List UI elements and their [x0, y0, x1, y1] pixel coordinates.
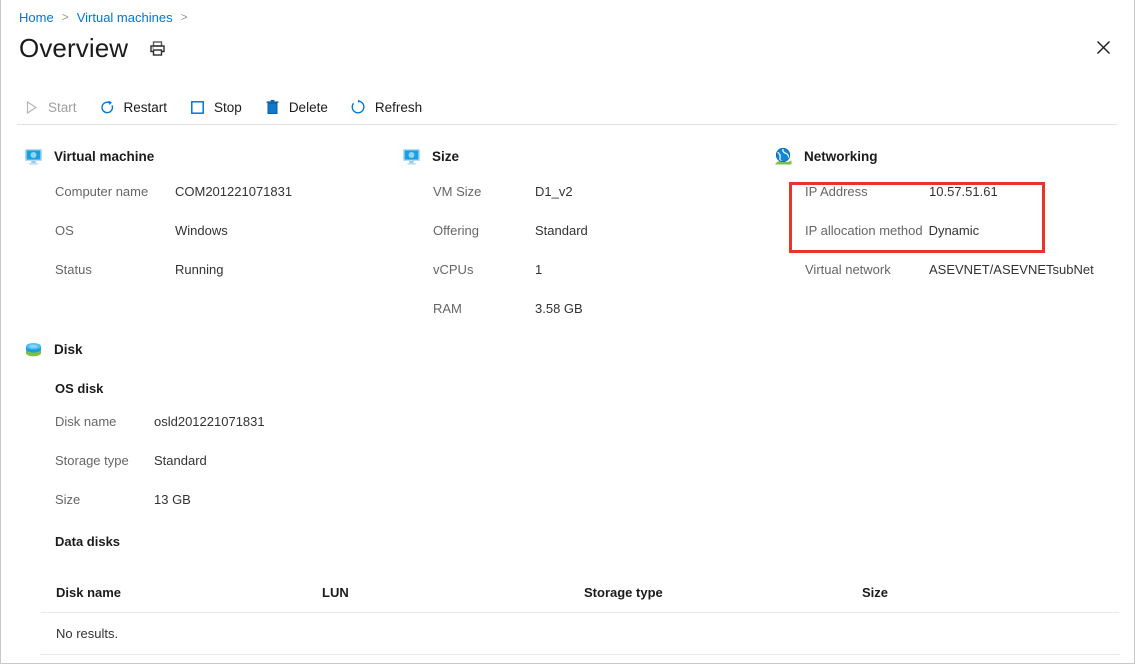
refresh-button[interactable]: Refresh: [350, 99, 422, 116]
restart-button[interactable]: Restart: [99, 99, 168, 116]
label-offering: Offering: [433, 223, 480, 238]
row-status: Status Running: [55, 262, 393, 282]
row-ram: RAM 3.58 GB: [433, 301, 766, 321]
subheading-data-disks: Data disks: [55, 534, 121, 549]
disk-icon: [23, 339, 43, 359]
start-button[interactable]: Start: [23, 99, 77, 116]
label-vm-size: VM Size: [433, 184, 482, 199]
command-toolbar: Start Restart Stop Delete Refresh: [23, 93, 444, 121]
breadcrumb-separator-trailing: >: [180, 10, 188, 24]
row-os-disk-name: Disk name osld201221071831: [55, 414, 443, 434]
refresh-button-label: Refresh: [374, 99, 423, 115]
label-os-disk-storage-type: Storage type: [55, 453, 129, 468]
section-header-networking: Networking: [773, 145, 1123, 167]
row-vm-size: VM Size D1_v2: [433, 184, 766, 204]
restart-button-label: Restart: [123, 99, 168, 115]
virtual-machine-icon: [23, 146, 43, 166]
value-ip-allocation-method: Dynamic: [928, 223, 980, 238]
breadcrumb: Home > Virtual machines >: [19, 8, 196, 26]
breadcrumb-item-home[interactable]: Home: [19, 10, 54, 25]
subheading-os-disk: OS disk: [55, 381, 104, 396]
restart-icon: [99, 99, 116, 116]
value-virtual-network: ASEVNET/ASEVNETsubNet: [929, 262, 1094, 277]
section-header-size: Size: [401, 145, 766, 167]
label-status: Status: [55, 262, 92, 277]
data-disks-table: Disk name LUN Storage type Size No resul…: [41, 585, 1119, 655]
value-vm-size: D1_v2: [535, 184, 573, 199]
row-computer-name: Computer name COM201221071831: [55, 184, 393, 204]
row-ip-allocation-method: IP allocation method Dynamic: [805, 223, 1123, 243]
value-os-disk-size: 13 GB: [154, 492, 191, 507]
value-os-disk-name: osld201221071831: [154, 414, 265, 429]
section-title-virtual-machine: Virtual machine: [54, 148, 155, 164]
stop-button-label: Stop: [214, 99, 242, 115]
stop-button[interactable]: Stop: [189, 99, 242, 116]
close-button[interactable]: [1092, 36, 1114, 58]
breadcrumb-item-virtual-machines[interactable]: Virtual machines: [77, 10, 173, 25]
label-virtual-network: Virtual network: [805, 262, 891, 277]
size-icon: [401, 146, 421, 166]
section-title-disk: Disk: [54, 341, 83, 357]
section-title-size: Size: [432, 148, 460, 164]
label-os: OS: [55, 223, 74, 238]
value-ip-address: 10.57.51.61: [929, 184, 998, 199]
label-os-disk-name: Disk name: [55, 414, 117, 429]
section-disk: Disk OS disk Disk name osld201221071831 …: [23, 338, 443, 549]
section-virtual-machine: Virtual machine Computer name COM2012210…: [23, 145, 393, 282]
row-virtual-network: Virtual network ASEVNET/ASEVNETsubNet: [805, 262, 1123, 282]
play-icon: [23, 99, 40, 116]
row-os: OS Windows: [55, 223, 393, 243]
delete-button[interactable]: Delete: [264, 99, 328, 116]
label-ip-allocation-method: IP allocation method: [805, 223, 923, 238]
breadcrumb-separator: >: [61, 10, 69, 24]
value-status: Running: [175, 262, 224, 277]
refresh-icon: [350, 99, 367, 116]
table-divider-bottom: [41, 654, 1119, 655]
column-header-lun[interactable]: LUN: [322, 585, 584, 600]
delete-button-label: Delete: [288, 99, 328, 115]
column-header-size[interactable]: Size: [862, 585, 1062, 600]
row-ip-address: IP Address 10.57.51.61: [805, 184, 1123, 204]
value-offering: Standard: [535, 223, 588, 238]
toolbar-divider: [17, 124, 1117, 125]
label-os-disk-size: Size: [55, 492, 81, 507]
row-offering: Offering Standard: [433, 223, 766, 243]
section-header-virtual-machine: Virtual machine: [23, 145, 393, 167]
row-vcpus: vCPUs 1: [433, 262, 766, 282]
page-header: Overview: [19, 30, 167, 66]
label-ram: RAM: [433, 301, 462, 316]
value-ram: 3.58 GB: [535, 301, 583, 316]
value-computer-name: COM201221071831: [175, 184, 293, 199]
page-title: Overview: [19, 33, 129, 63]
stop-icon: [189, 99, 206, 116]
trash-icon: [264, 99, 281, 116]
data-disks-table-header: Disk name LUN Storage type Size: [41, 585, 1119, 612]
networking-icon: [773, 146, 793, 166]
table-empty-message: No results.: [56, 626, 119, 641]
overview-blade: Home > Virtual machines > Overview Start…: [0, 0, 1135, 664]
row-os-disk-storage-type: Storage type Standard: [55, 453, 443, 473]
section-size: Size VM Size D1_v2 Offering Standard vCP…: [401, 145, 766, 321]
section-networking: Networking IP Address 10.57.51.61 IP all…: [773, 145, 1123, 282]
label-computer-name: Computer name: [55, 184, 149, 199]
value-vcpus: 1: [535, 262, 543, 277]
value-os: Windows: [175, 223, 228, 238]
row-os-disk-size: Size 13 GB: [55, 492, 443, 512]
value-os-disk-storage-type: Standard: [154, 453, 207, 468]
label-vcpus: vCPUs: [433, 262, 474, 277]
print-icon[interactable]: [147, 38, 167, 58]
column-header-disk-name[interactable]: Disk name: [56, 585, 322, 600]
start-button-label: Start: [48, 99, 77, 115]
section-title-networking: Networking: [804, 148, 878, 164]
label-ip-address: IP Address: [805, 184, 868, 199]
column-header-storage-type[interactable]: Storage type: [584, 585, 862, 600]
section-header-disk: Disk: [23, 338, 443, 360]
